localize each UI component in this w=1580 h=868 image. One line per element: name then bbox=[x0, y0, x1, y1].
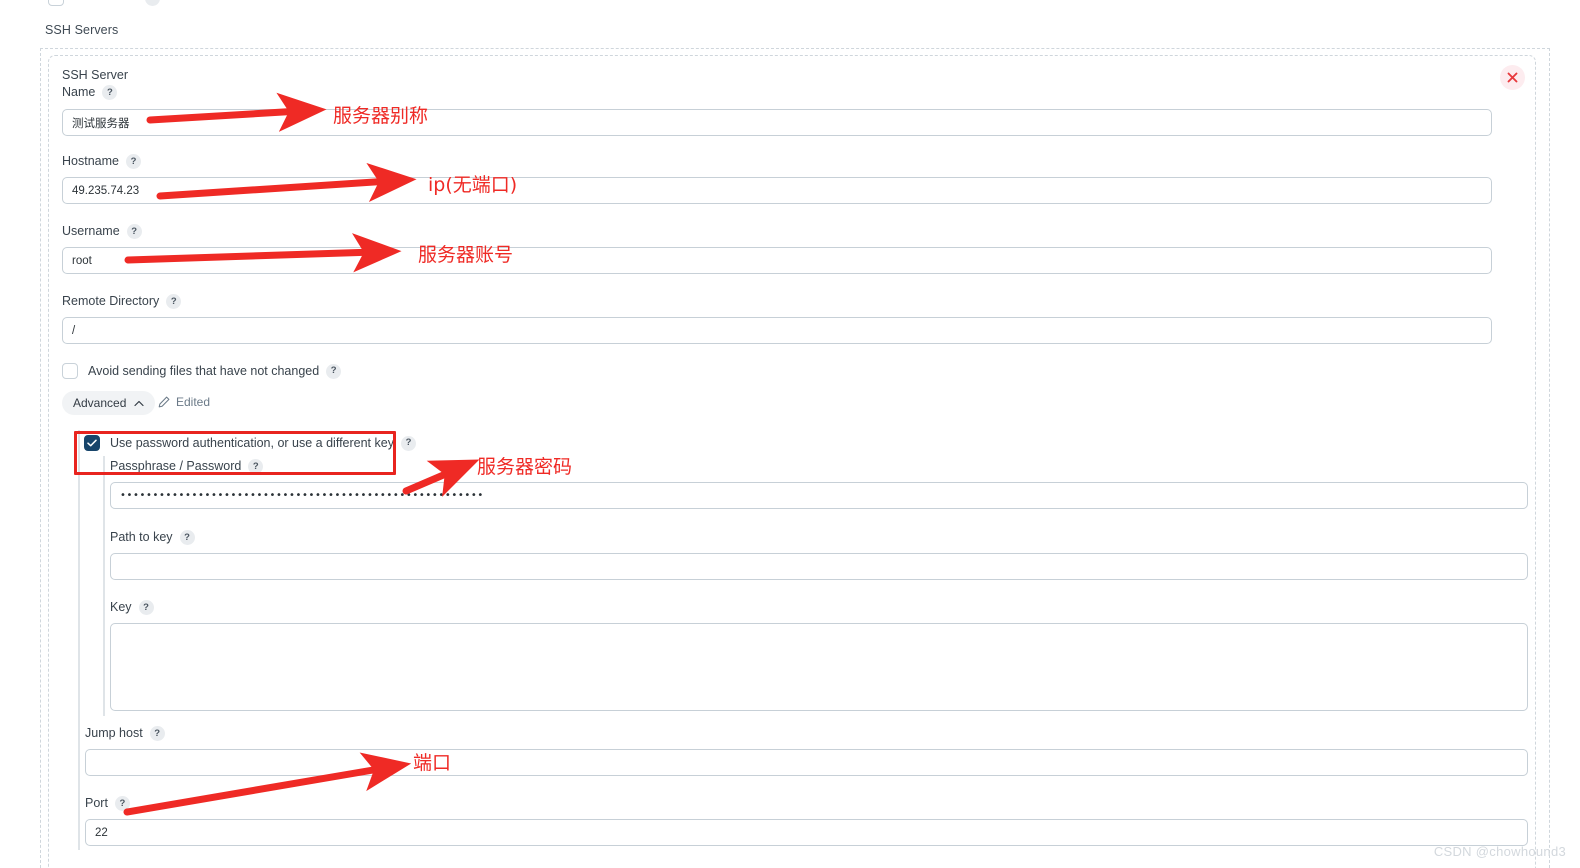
avoid-unchanged-row[interactable]: Avoid sending files that have not change… bbox=[62, 363, 342, 379]
port-label-text: Port bbox=[85, 796, 108, 810]
ssh-server-settings-page: SSH Servers SSH Server Name ? Hostname ? bbox=[0, 0, 1580, 868]
annotation-password: 服务器密码 bbox=[477, 456, 573, 478]
key-label-text: Key bbox=[110, 600, 132, 614]
clipped-help-icon[interactable] bbox=[145, 0, 160, 6]
port-label: Port ? bbox=[85, 795, 1528, 812]
field-hostname: Hostname ? bbox=[62, 153, 1492, 204]
use-password-auth-checkbox[interactable] bbox=[84, 435, 100, 451]
edited-indicator[interactable]: Edited bbox=[158, 395, 210, 409]
username-label: Username ? bbox=[62, 223, 1492, 240]
port-help-icon[interactable]: ? bbox=[114, 796, 130, 811]
ssh-server-name-label: SSH Server Name ? bbox=[62, 67, 1492, 101]
avoid-unchanged-help-icon[interactable]: ? bbox=[326, 363, 342, 379]
advanced-toggle-button[interactable]: Advanced bbox=[62, 391, 156, 415]
hostname-input[interactable] bbox=[62, 177, 1492, 204]
port-input[interactable] bbox=[85, 819, 1528, 846]
check-icon bbox=[87, 439, 97, 447]
hostname-label: Hostname ? bbox=[62, 153, 1492, 170]
clipped-checkbox[interactable] bbox=[48, 0, 64, 6]
path-to-key-label: Path to key ? bbox=[110, 529, 1528, 546]
advanced-rail-inner bbox=[103, 456, 105, 716]
close-x-glyph bbox=[1507, 72, 1518, 83]
ssh-server-name-label-line2: Name bbox=[62, 85, 96, 99]
close-icon[interactable] bbox=[1500, 65, 1525, 90]
use-password-auth-label-text: Use password authentication, or use a di… bbox=[110, 436, 394, 450]
remote-directory-input[interactable] bbox=[62, 317, 1492, 344]
field-username: Username ? bbox=[62, 223, 1492, 274]
path-to-key-label-text: Path to key bbox=[110, 530, 173, 544]
remote-directory-label: Remote Directory ? bbox=[62, 293, 1492, 310]
advanced-button-label: Advanced bbox=[73, 396, 127, 410]
annotation-username: 服务器账号 bbox=[418, 244, 514, 266]
key-help-icon[interactable]: ? bbox=[138, 600, 154, 615]
field-port: Port ? bbox=[85, 795, 1528, 846]
edited-label-text: Edited bbox=[176, 395, 211, 409]
field-remote-directory: Remote Directory ? bbox=[62, 293, 1492, 344]
advanced-rail-outer bbox=[78, 430, 80, 850]
username-label-text: Username bbox=[62, 224, 120, 238]
remote-directory-label-text: Remote Directory bbox=[62, 294, 160, 308]
path-to-key-input[interactable] bbox=[110, 553, 1528, 580]
username-input[interactable] bbox=[62, 247, 1492, 274]
field-ssh-server-name: SSH Server Name ? bbox=[62, 67, 1492, 136]
field-key: Key ? bbox=[110, 599, 1528, 711]
watermark: CSDN @chowhound3 bbox=[1433, 844, 1566, 859]
key-textarea[interactable] bbox=[110, 623, 1528, 711]
use-password-auth-help-icon[interactable]: ? bbox=[400, 435, 416, 451]
remote-directory-help-icon[interactable]: ? bbox=[166, 294, 182, 309]
annotation-hostname: ip(无端口) bbox=[428, 174, 518, 196]
avoid-unchanged-label: Avoid sending files that have not change… bbox=[88, 363, 342, 379]
use-password-auth-row[interactable]: Use password authentication, or use a di… bbox=[84, 435, 416, 451]
use-password-auth-label: Use password authentication, or use a di… bbox=[110, 435, 416, 451]
passphrase-label-text: Passphrase / Password bbox=[110, 459, 242, 473]
annotation-server-name: 服务器别称 bbox=[333, 105, 429, 127]
ssh-servers-group-label: SSH Servers bbox=[45, 23, 119, 37]
key-label: Key ? bbox=[110, 599, 1528, 616]
username-help-icon[interactable]: ? bbox=[126, 224, 142, 239]
passphrase-label: Passphrase / Password ? bbox=[110, 458, 1528, 475]
pencil-icon bbox=[158, 396, 170, 408]
passphrase-input[interactable]: ••••••••••••••••••••••••••••••••••••••••… bbox=[110, 482, 1528, 509]
chevron-up-icon bbox=[134, 400, 144, 406]
field-passphrase: Passphrase / Password ? ••••••••••••••••… bbox=[110, 458, 1528, 509]
jump-host-help-icon[interactable]: ? bbox=[149, 726, 165, 741]
clipped-top-row bbox=[0, 0, 1580, 10]
ssh-server-name-help-icon[interactable]: ? bbox=[102, 85, 118, 100]
avoid-unchanged-checkbox[interactable] bbox=[62, 363, 78, 379]
ssh-server-name-input[interactable] bbox=[62, 109, 1492, 136]
ssh-server-name-label-line1: SSH Server bbox=[62, 68, 128, 82]
avoid-unchanged-label-text: Avoid sending files that have not change… bbox=[88, 364, 320, 378]
field-jump-host: Jump host ? bbox=[85, 725, 1528, 776]
passphrase-help-icon[interactable]: ? bbox=[248, 459, 264, 474]
jump-host-label-text: Jump host bbox=[85, 726, 143, 740]
hostname-label-text: Hostname bbox=[62, 154, 119, 168]
annotation-port: 端口 bbox=[413, 752, 452, 774]
jump-host-input[interactable] bbox=[85, 749, 1528, 776]
field-path-to-key: Path to key ? bbox=[110, 529, 1528, 580]
hostname-help-icon[interactable]: ? bbox=[125, 154, 141, 169]
path-to-key-help-icon[interactable]: ? bbox=[179, 530, 195, 545]
jump-host-label: Jump host ? bbox=[85, 725, 1528, 742]
